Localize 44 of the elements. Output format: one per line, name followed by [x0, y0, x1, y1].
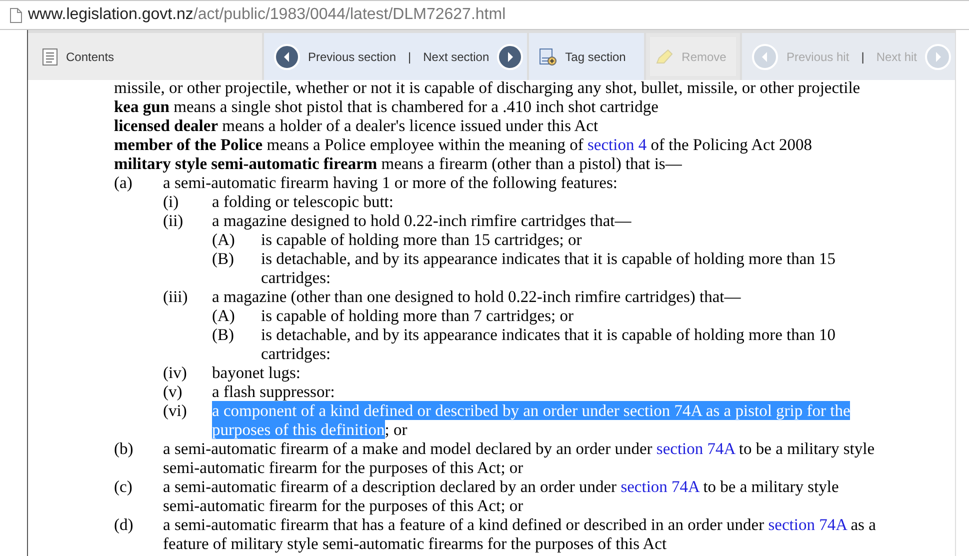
paragraph-text: bayonet lugs: — [212, 363, 302, 382]
document-icon — [42, 48, 58, 66]
paragraph-label: (d) — [114, 515, 134, 536]
definition-text: member of the Police means a Police employee within the meaning of section 4 of the Policing Act 2008 — [114, 135, 814, 154]
paragraph-label: (iv) — [163, 363, 188, 382]
paragraph-text: is capable of holding more than 7 cartridges; or — [261, 306, 574, 325]
paragraph-label: (A) — [212, 306, 236, 325]
paragraph-text: a magazine designed to hold 0.22-inch rimfire cartridges that— — [212, 211, 632, 230]
paragraph-label: (vi) — [163, 401, 188, 422]
separator: | — [861, 50, 864, 64]
paragraph-label: (b) — [114, 439, 134, 460]
paragraph-label: (iii) — [163, 287, 189, 308]
section-link[interactable]: section 74A — [620, 477, 700, 496]
previous-section-button[interactable]: Previous section — [270, 42, 400, 72]
paragraph-label: (B) — [212, 325, 235, 346]
separator: | — [408, 50, 412, 64]
definition-text: licensed dealer means a holder of a dealer's licence issued under this Act — [114, 116, 600, 135]
paragraph-text: is capable of holding more than 15 cartridges; or — [261, 230, 583, 249]
paragraph-label: (c) — [114, 477, 134, 498]
address-bar[interactable]: www.legislation.govt.nz/act/public/1983/0044/latest/DLM72627.html — [0, 0, 969, 30]
paragraph-label: (B) — [212, 249, 235, 270]
paragraph-label: (ii) — [163, 211, 184, 232]
paragraph-label: (v) — [163, 382, 184, 401]
page-icon — [10, 8, 22, 22]
section-link[interactable]: section 74A — [656, 439, 735, 458]
definition-text: kea gun means a single shot pistol that is chambered for a .410 inch shot cartridge — [114, 97, 660, 116]
paragraph-text: a semi-automatic firearm having 1 or more of the following features: — [163, 173, 619, 192]
highlighter-icon — [654, 48, 674, 66]
paragraph-text: a flash suppressor: — [212, 382, 336, 401]
document-add-icon — [539, 48, 558, 66]
paragraph-label: (A) — [212, 230, 236, 249]
paragraph-text: a magazine (other than one designed to hold 0.22-inch rimfire cartridges) that— — [212, 287, 742, 306]
url-text: www.legislation.govt.nz/act/public/1983/0044/latest/DLM72627.html — [28, 6, 506, 24]
paragraph-text: is detachable, and by its appearance indicates that it is capable of holding more than 15 cartridges: — [261, 249, 837, 287]
definition-text: missile, or other projectile, whether or not it is capable of discharging any shot, bullet, missile, or other projectile — [114, 78, 862, 97]
section-link[interactable]: section 74A — [768, 515, 847, 534]
paragraph-label: (a) — [114, 173, 134, 194]
definition-text: military style semi-automatic firearm means a firearm (other than a pistol) that is— — [114, 154, 683, 173]
paragraph-text: a folding or telescopic butt: — [212, 192, 394, 211]
paragraph-label: (i) — [163, 192, 180, 211]
paragraph-text: is detachable, and by its appearance indicates that it is capable of holding more than 10 cartridges: — [261, 325, 837, 363]
next-section-button[interactable]: Next section — [419, 42, 528, 72]
section-link[interactable]: section 4 — [587, 135, 647, 154]
paragraph-text: a semi-automatic firearm that has a feature of a kind defined or described in an order under section 74A as a feature of military style semi-automatic firearms for the purposes of this Act — [163, 515, 876, 553]
